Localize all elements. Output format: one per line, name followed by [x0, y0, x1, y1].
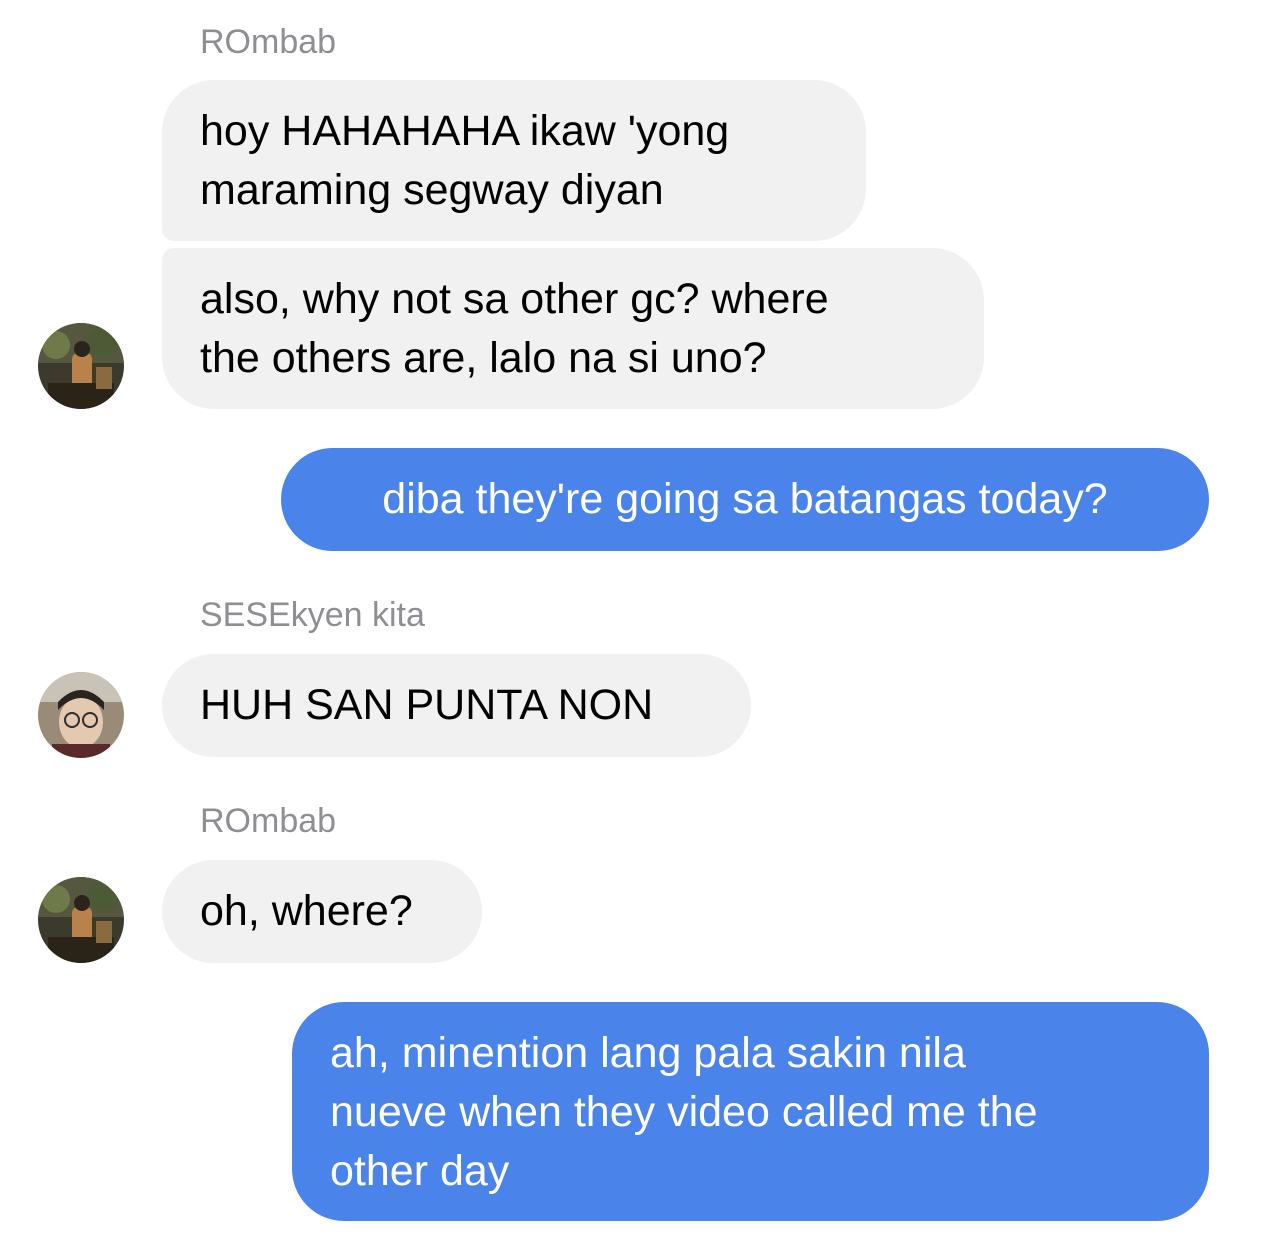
- sender-name: ROmbab: [200, 802, 337, 840]
- sender-name: SESEkyen kita: [200, 596, 425, 634]
- rombab-avatar[interactable]: [38, 877, 124, 963]
- message-text: diba they're going sa batangas today?: [382, 475, 1108, 523]
- incoming-message-bubble[interactable]: HUH SAN PUNTA NON: [162, 654, 751, 757]
- incoming-message-bubble[interactable]: oh, where?: [162, 860, 482, 963]
- rombab-avatar[interactable]: [38, 323, 124, 409]
- message-text: HUH SAN PUNTA NON: [200, 681, 654, 729]
- incoming-message-bubble[interactable]: also, why not sa other gc? where the oth…: [162, 248, 984, 409]
- message-text-line: hoy HAHAHAHA ikaw 'yong: [200, 107, 730, 155]
- message-text-line: the others are, lalo na si uno?: [200, 334, 767, 382]
- sesekyen-avatar[interactable]: [38, 672, 124, 758]
- sender-name: ROmbab: [200, 23, 337, 61]
- message-text-line: maraming segway diyan: [200, 166, 664, 214]
- outgoing-message-bubble[interactable]: diba they're going sa batangas today?: [281, 448, 1209, 551]
- message-text: oh, where?: [200, 887, 413, 935]
- message-text-line: other day: [330, 1147, 510, 1195]
- message-text-line: nueve when they video called me the: [330, 1088, 1038, 1136]
- incoming-message-bubble[interactable]: hoy HAHAHAHA ikaw 'yong maraming segway …: [162, 80, 866, 241]
- message-text-line: also, why not sa other gc? where: [200, 275, 829, 323]
- message-text-line: ah, minention lang pala sakin nila: [330, 1029, 966, 1077]
- outgoing-message-bubble[interactable]: ah, minention lang pala sakin nila nueve…: [292, 1002, 1209, 1221]
